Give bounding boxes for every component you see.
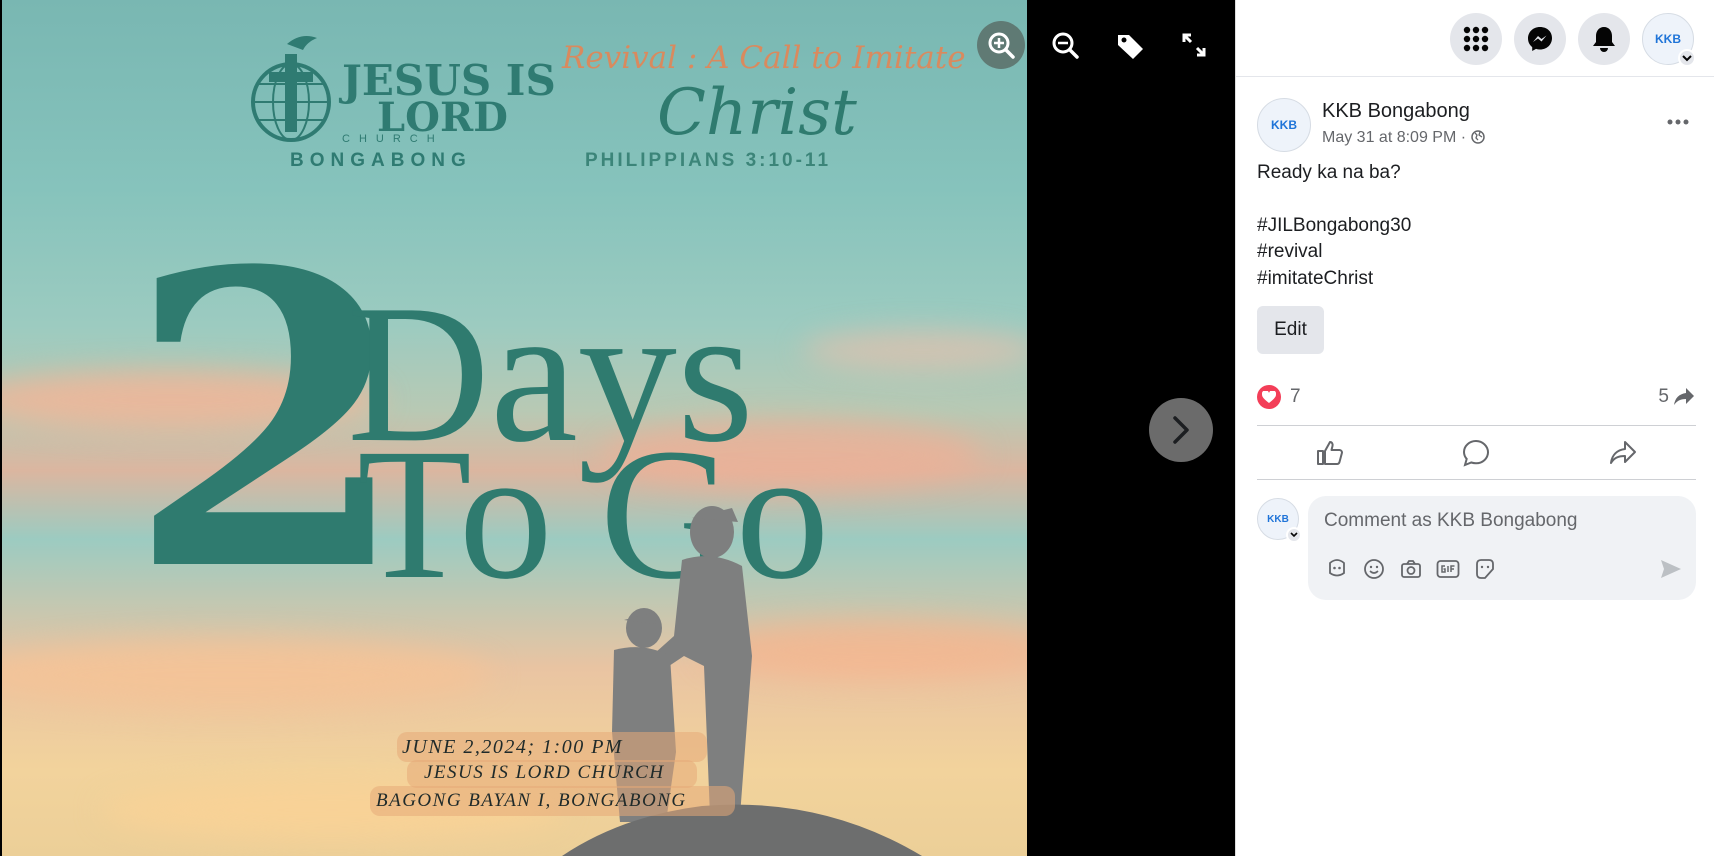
- account-avatar-button[interactable]: KKB: [1642, 13, 1696, 67]
- divider: [1257, 425, 1696, 426]
- profile-switch-chevron: [1286, 527, 1302, 543]
- camera-icon: [1401, 560, 1421, 578]
- chevron-down-icon: [1682, 55, 1692, 62]
- hashtag-link[interactable]: #imitateChrist: [1257, 268, 1373, 290]
- comment-composer: Comment as KKB Bongabong: [1308, 496, 1696, 600]
- more-options-icon: [1667, 119, 1689, 125]
- post-text-line: Ready ka na ba?: [1257, 162, 1401, 183]
- notifications-button[interactable]: [1578, 13, 1630, 65]
- account-dropdown-chevron: [1678, 49, 1696, 67]
- church-word: CHURCH: [342, 133, 444, 145]
- theme-script: Revival : A Call to Imitate: [562, 40, 966, 76]
- menu-button[interactable]: [1450, 13, 1502, 65]
- event-poster-image: JESUS IS LORD CHURCH BONGABONG Revival :…: [2, 0, 1027, 856]
- chevron-right-icon: [1173, 416, 1189, 444]
- tag-photo-button[interactable]: [1106, 21, 1154, 69]
- messenger-icon: [1528, 27, 1552, 51]
- send-comment-button[interactable]: [1658, 556, 1684, 582]
- share-button[interactable]: [1549, 428, 1696, 478]
- timestamp-separator: ·: [1460, 129, 1467, 146]
- sticker-button[interactable]: [1472, 556, 1498, 582]
- share-icon: [1674, 388, 1694, 405]
- cloud-shape: [802, 330, 1027, 370]
- chevron-down-icon: [1290, 532, 1298, 538]
- messenger-button[interactable]: [1514, 13, 1566, 65]
- scripture-reference: PHILIPPIANS 3:10-11: [585, 150, 832, 171]
- top-navigation: KKB: [1236, 0, 1714, 77]
- gif-button[interactable]: [1435, 556, 1461, 582]
- edit-button[interactable]: Edit: [1257, 306, 1324, 354]
- zoom-in-icon: [988, 32, 1015, 59]
- reaction-count: 7: [1290, 386, 1301, 407]
- fullscreen-button[interactable]: [1170, 21, 1218, 69]
- reactions-summary[interactable]: 7: [1257, 385, 1301, 409]
- tag-icon: [1118, 35, 1143, 59]
- event-venue: JESUS IS LORD CHURCH: [424, 762, 665, 783]
- avatar-sticker-icon: [1329, 559, 1345, 577]
- post-options-button[interactable]: [1662, 106, 1694, 138]
- church-name-line2: LORD: [377, 94, 508, 141]
- hashtag-link[interactable]: #JILBongabong30: [1257, 215, 1411, 237]
- emoji-icon: [1364, 559, 1384, 579]
- gif-icon: [1436, 560, 1460, 578]
- zoom-out-icon: [1052, 32, 1079, 59]
- comment-button[interactable]: [1403, 428, 1549, 478]
- love-reaction-icon: [1257, 385, 1281, 409]
- zoom-out-button[interactable]: [1041, 21, 1089, 69]
- event-address: BAGONG BAYAN I, BONGABONG: [376, 790, 687, 811]
- like-icon: [1317, 441, 1343, 465]
- next-photo-button[interactable]: [1149, 398, 1213, 462]
- avatar-sticker-button[interactable]: [1324, 556, 1350, 582]
- theme-christ: Christ: [657, 76, 857, 150]
- comment-icon: [1462, 439, 1490, 467]
- send-icon: [1661, 560, 1681, 578]
- fullscreen-icon: [1182, 33, 1206, 57]
- event-date: JUNE 2,2024; 1:00 PM: [402, 736, 624, 758]
- hashtag-link[interactable]: #revival: [1257, 241, 1322, 263]
- share-arrow-icon: [1609, 441, 1636, 464]
- emoji-button[interactable]: [1361, 556, 1387, 582]
- camera-button[interactable]: [1398, 556, 1424, 582]
- share-count: 5: [1658, 386, 1669, 407]
- share-count-summary[interactable]: 5: [1658, 385, 1695, 409]
- comment-input[interactable]: Comment as KKB Bongabong: [1324, 510, 1578, 532]
- like-button[interactable]: [1257, 428, 1403, 478]
- post-timestamp-row: May 31 at 8:09 PM ·: [1322, 129, 1485, 147]
- post-author-avatar[interactable]: KKB: [1257, 98, 1311, 152]
- post-sidebar: KKB KKB KKB Bongabong May 31 at 8:09 PM …: [1235, 0, 1714, 856]
- post-author-name[interactable]: KKB Bongabong: [1322, 100, 1470, 123]
- sticker-icon: [1476, 559, 1494, 579]
- bell-icon: [1593, 27, 1615, 52]
- photo-viewer: JESUS IS LORD CHURCH BONGABONG Revival :…: [0, 0, 1235, 856]
- church-globe-logo-icon: [251, 36, 331, 142]
- zoom-in-button[interactable]: [977, 21, 1025, 69]
- grid-menu-icon: [1463, 26, 1489, 52]
- globe-icon: [1470, 130, 1485, 144]
- post-timestamp[interactable]: May 31 at 8:09 PM: [1322, 129, 1456, 146]
- commenter-avatar-wrap[interactable]: KKB: [1257, 498, 1302, 543]
- divider: [1257, 479, 1696, 480]
- church-location: BONGABONG: [290, 150, 472, 171]
